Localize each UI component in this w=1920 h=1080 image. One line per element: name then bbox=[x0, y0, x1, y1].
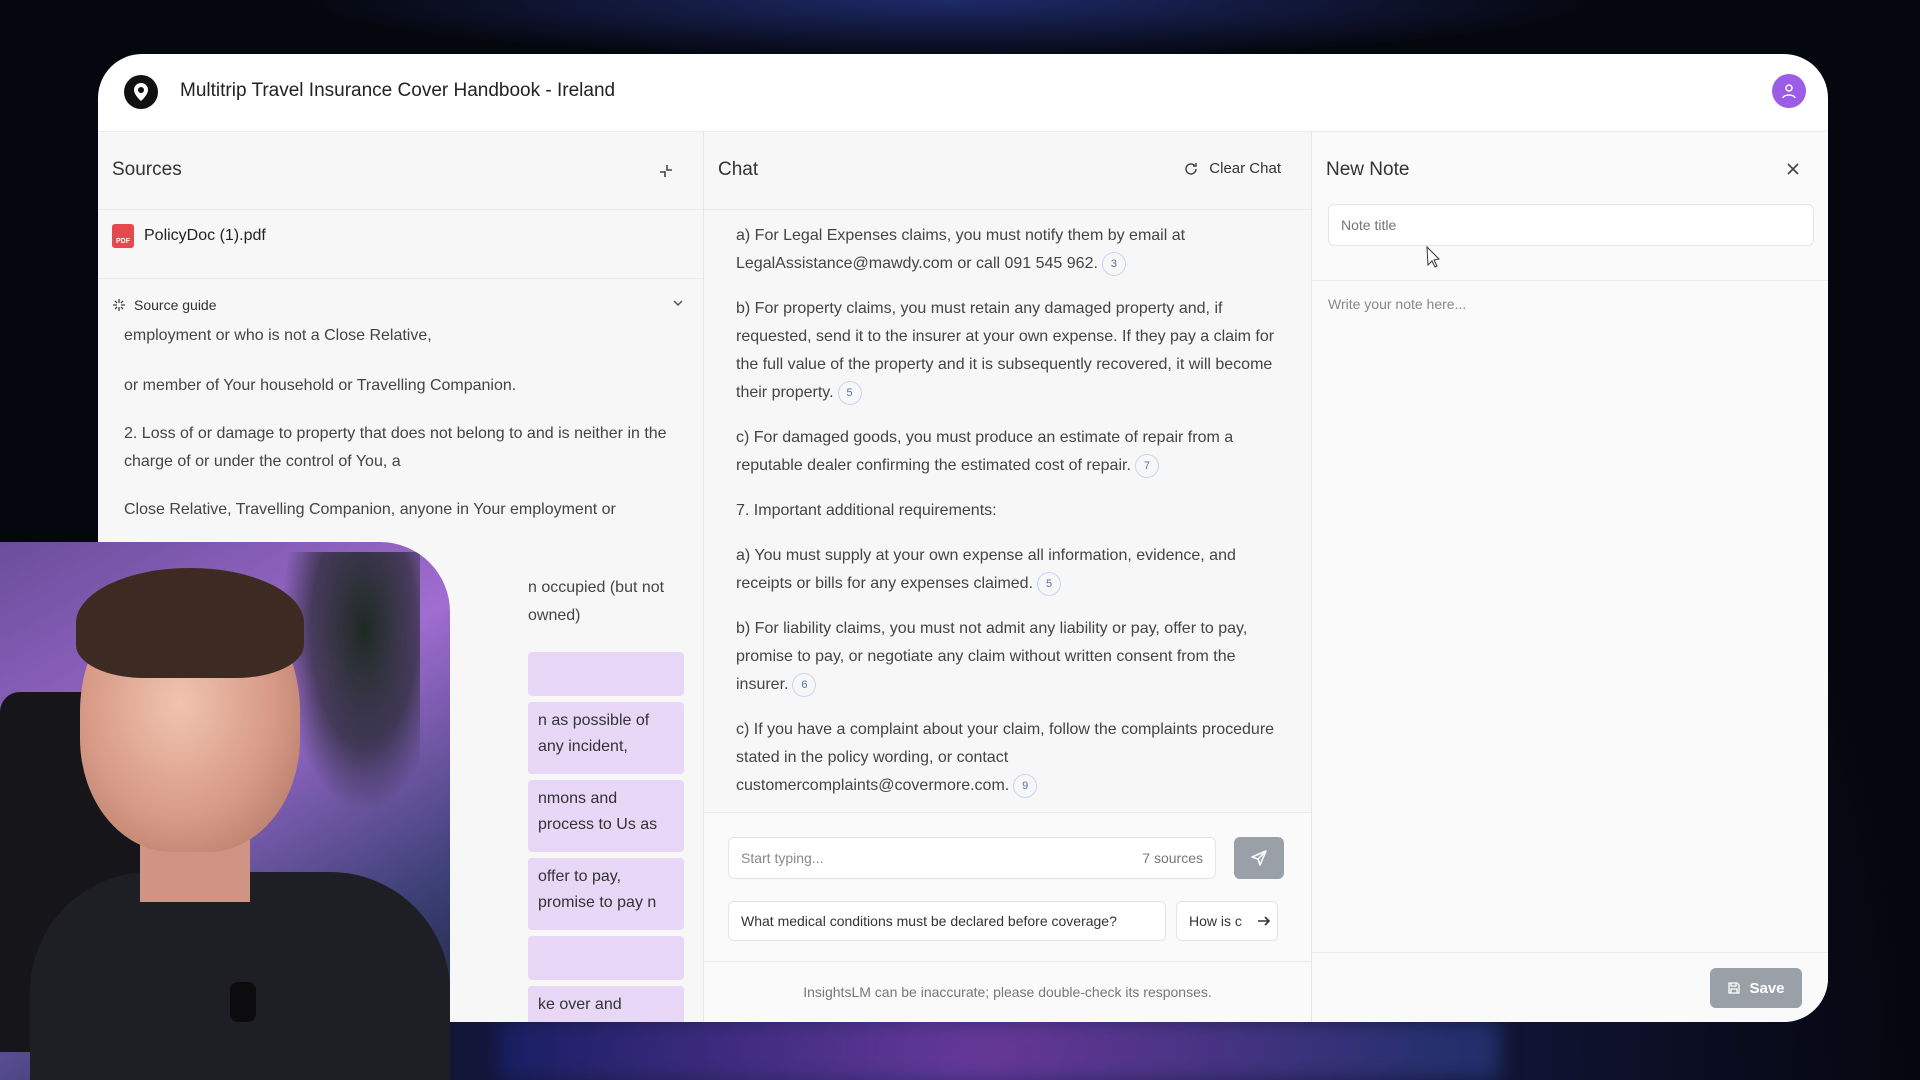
chat-message: a) For Legal Expenses claims, you must n… bbox=[736, 222, 1276, 278]
close-icon[interactable] bbox=[1786, 162, 1800, 176]
suggestion-chip[interactable]: What medical conditions must be declared… bbox=[728, 901, 1166, 941]
chat-message: c) For damaged goods, you must produce a… bbox=[736, 424, 1276, 480]
chat-input[interactable] bbox=[741, 838, 1101, 878]
divider bbox=[1312, 280, 1828, 281]
note-title: New Note bbox=[1326, 159, 1410, 180]
sources-title: Sources bbox=[112, 159, 182, 180]
chat-message: 7. Important additional requirements: bbox=[736, 502, 997, 519]
note-title-input[interactable] bbox=[1329, 205, 1813, 245]
chat-message: b) For property claims, you must retain … bbox=[736, 295, 1276, 407]
send-button[interactable] bbox=[1234, 837, 1284, 879]
send-icon bbox=[1251, 850, 1267, 866]
refresh-icon bbox=[1185, 162, 1198, 175]
source-text-line: employment or who is not a Close Relativ… bbox=[124, 327, 432, 344]
save-label: Save bbox=[1749, 979, 1785, 997]
user-icon bbox=[1782, 84, 1796, 99]
clear-chat-button[interactable]: Clear Chat bbox=[1183, 160, 1281, 177]
divider bbox=[98, 278, 703, 279]
background-glow-bottom bbox=[500, 1020, 1500, 1080]
note-body-input[interactable] bbox=[1326, 290, 1814, 802]
source-highlight[interactable] bbox=[528, 936, 684, 980]
source-file-name: PolicyDoc (1).pdf bbox=[144, 227, 266, 244]
sources-count: 7 sources bbox=[1142, 850, 1203, 866]
chat-footer: 7 sources What medical conditions must b… bbox=[704, 812, 1311, 1022]
chat-panel: Chat Clear Chat a) For Legal Expenses cl… bbox=[704, 132, 1312, 1022]
presenter-body bbox=[30, 872, 450, 1080]
top-bar: Multitrip Travel Insurance Cover Handboo… bbox=[98, 54, 1828, 132]
sources-header: Sources bbox=[98, 132, 703, 210]
chat-title: Chat bbox=[718, 159, 759, 180]
source-text-line: Close Relative, Travelling Companion, an… bbox=[124, 501, 616, 518]
divider bbox=[1312, 952, 1828, 953]
notebook-title: Multitrip Travel Insurance Cover Handboo… bbox=[180, 80, 616, 101]
presenter-hair bbox=[76, 568, 304, 678]
note-header: New Note bbox=[1312, 132, 1828, 210]
arrow-right-icon[interactable] bbox=[1256, 913, 1272, 929]
note-panel: New Note Save bbox=[1312, 132, 1828, 1022]
user-avatar[interactable] bbox=[1772, 74, 1806, 108]
source-guide-toggle[interactable]: Source guide bbox=[112, 290, 685, 320]
source-guide-label: Source guide bbox=[134, 297, 217, 313]
chat-input-box: 7 sources bbox=[728, 837, 1216, 879]
pdf-file-icon: PDF bbox=[112, 224, 134, 248]
chat-header: Chat Clear Chat bbox=[704, 132, 1311, 210]
cursor-icon bbox=[1426, 246, 1441, 268]
citation-badge[interactable]: 6 bbox=[792, 672, 817, 697]
source-highlight[interactable]: ke over and conduct in Your bbox=[528, 986, 684, 1022]
chat-message: c) If you have a complaint about your cl… bbox=[736, 716, 1276, 800]
webcam-overlay bbox=[0, 542, 450, 1080]
save-button[interactable]: Save bbox=[1710, 968, 1802, 1008]
chevron-down-icon bbox=[673, 300, 683, 307]
source-highlight[interactable]: n as possible of any incident, bbox=[528, 702, 684, 774]
citation-badge[interactable]: 3 bbox=[1101, 251, 1126, 276]
citation-badge[interactable]: 9 bbox=[1013, 773, 1038, 798]
chat-message: b) For liability claims, you must not ad… bbox=[736, 615, 1276, 699]
source-text-line: 2. Loss of or damage to property that do… bbox=[124, 425, 667, 470]
microphone-icon bbox=[230, 982, 256, 1022]
plant bbox=[280, 552, 420, 812]
disclaimer: InsightsLM can be inaccurate; please dou… bbox=[704, 961, 1311, 1000]
source-file-item[interactable]: PDF PolicyDoc (1).pdf bbox=[112, 224, 266, 248]
citation-badge[interactable]: 5 bbox=[1037, 571, 1062, 596]
collapse-icon[interactable] bbox=[657, 162, 675, 180]
chat-messages: a) For Legal Expenses claims, you must n… bbox=[736, 222, 1276, 817]
source-highlight[interactable]: offer to pay, promise to pay n bbox=[528, 858, 684, 930]
source-text-line: n occupied (but not owned) bbox=[528, 579, 665, 624]
background-glow-top bbox=[300, 0, 1600, 60]
source-text-line: or member of Your household or Travellin… bbox=[124, 377, 517, 394]
citation-badge[interactable]: 7 bbox=[1134, 453, 1159, 478]
citation-badge[interactable]: 5 bbox=[837, 380, 862, 405]
note-title-box bbox=[1328, 204, 1814, 246]
app-logo-icon[interactable] bbox=[124, 75, 158, 109]
save-icon bbox=[1728, 982, 1741, 994]
sparkle-icon bbox=[113, 299, 125, 311]
clear-chat-label: Clear Chat bbox=[1209, 160, 1281, 177]
source-highlight[interactable] bbox=[528, 652, 684, 696]
source-highlight[interactable]: nmons and process to Us as bbox=[528, 780, 684, 852]
chat-message: a) You must supply at your own expense a… bbox=[736, 542, 1276, 598]
